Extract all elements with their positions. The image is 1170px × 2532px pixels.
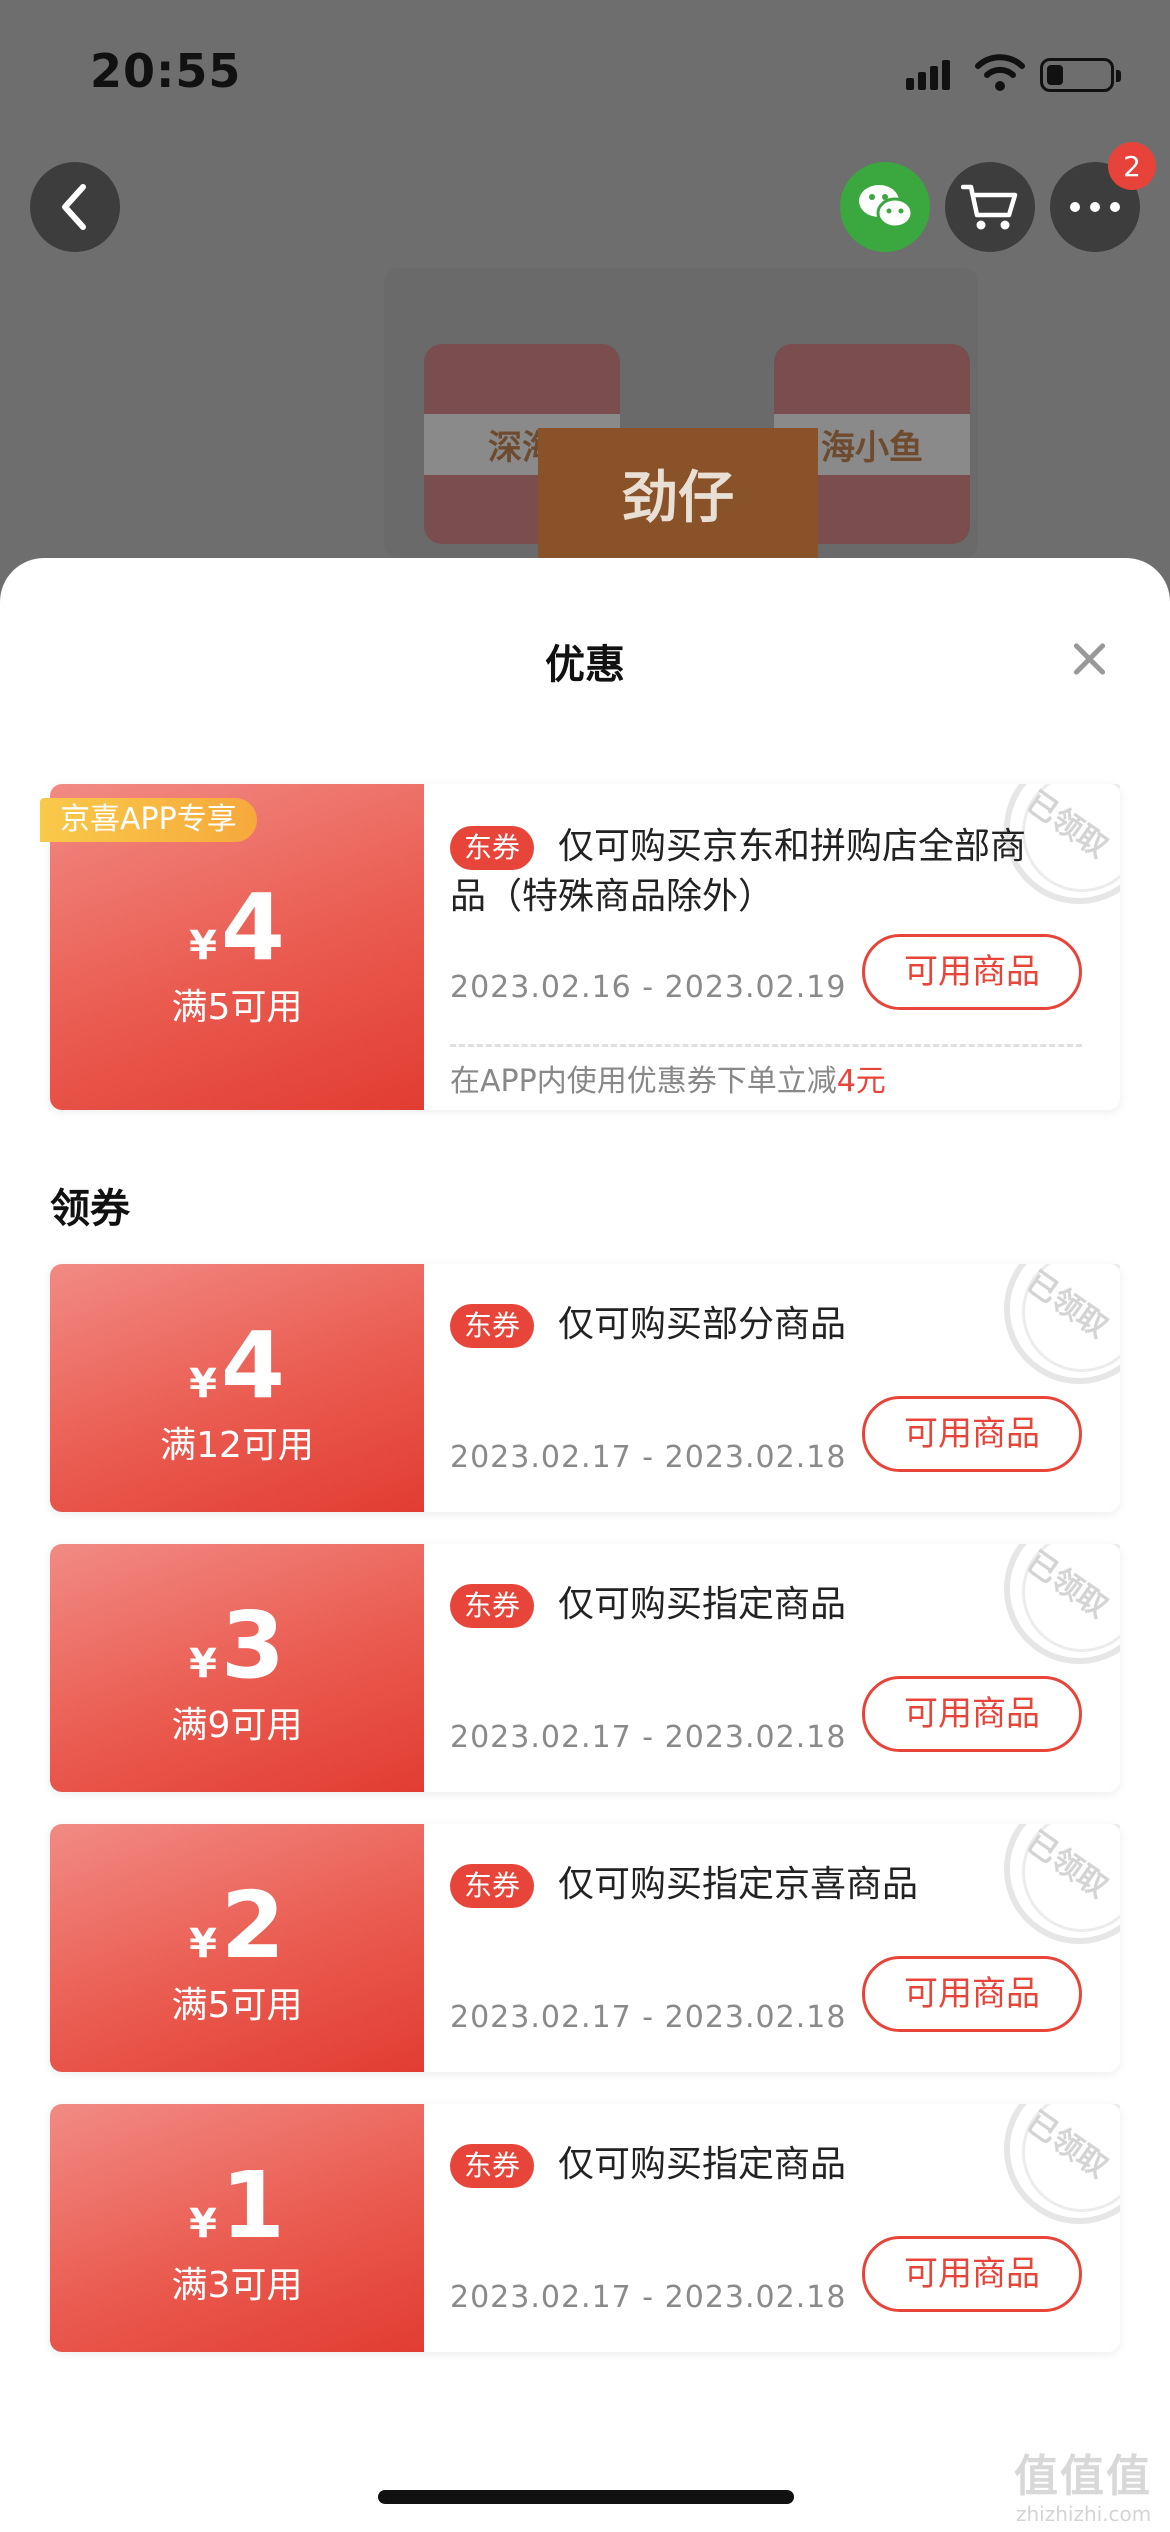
- status-time: 20:55: [90, 44, 242, 98]
- coupon-condition: 满5可用: [171, 1985, 303, 2026]
- signal-icon: [906, 60, 956, 90]
- coupon-description: 仅可购买指定商品: [558, 2144, 847, 2185]
- app-exclusive-tag: 京喜APP专享: [40, 798, 257, 842]
- coupon-date-range: 2023.02.17 - 2023.02.18: [450, 1720, 847, 1755]
- coupon-value-panel: ¥4 满12可用: [50, 1264, 424, 1512]
- coupon-value-panel: ¥1 满3可用: [50, 2104, 424, 2352]
- sheet-title: 优惠: [545, 642, 625, 688]
- coupon-card: ¥2 满5可用 已领取 东券 仅可购买指定京喜商品 2023.02.17 - 2…: [50, 1824, 1120, 2072]
- product-image: 深海 海小鱼 劲仔: [384, 268, 978, 558]
- coupon-date-range: 2023.02.16 - 2023.02.19: [450, 970, 847, 1005]
- available-products-button[interactable]: 可用商品: [862, 2236, 1082, 2312]
- wechat-share-button[interactable]: [840, 162, 930, 252]
- coupon-info: 已领取 东券 仅可购买指定京喜商品 2023.02.17 - 2023.02.1…: [424, 1824, 1120, 2072]
- watermark: 值值值: [1014, 2451, 1152, 2502]
- coupon-card: ¥4 满12可用 已领取 东券 仅可购买部分商品 2023.02.17 - 20…: [50, 1264, 1120, 1512]
- watermark-url: zhizhizhi.com: [1016, 2502, 1152, 2526]
- coupon-value-panel: ¥3 满9可用: [50, 1544, 424, 1792]
- coupon-condition: 满5可用: [171, 987, 303, 1028]
- cart-button[interactable]: [945, 162, 1035, 252]
- coupon-amount: ¥2: [189, 1872, 285, 1979]
- coupon-condition: 满9可用: [171, 1705, 303, 1746]
- more-icon: [1070, 202, 1120, 212]
- coupon-card: ¥1 满3可用 已领取 东券 仅可购买指定商品 2023.02.17 - 202…: [50, 2104, 1120, 2352]
- coupon-info: 已领取 东券 仅可购买指定商品 2023.02.17 - 2023.02.18 …: [424, 1544, 1120, 1792]
- home-indicator[interactable]: [378, 2490, 794, 2504]
- coupon-amount: ¥1: [189, 2152, 285, 2259]
- wifi-icon: [975, 54, 1025, 91]
- coupon-amount: ¥4: [189, 874, 285, 981]
- coupon-amount: ¥4: [189, 1312, 285, 1419]
- coupon-info: 已领取 东券 仅可购买指定商品 2023.02.17 - 2023.02.18 …: [424, 2104, 1120, 2352]
- coupon-description: 仅可购买指定京喜商品: [558, 1864, 919, 1905]
- app-note: 在APP内使用优惠券下单立减4元: [450, 1064, 886, 1099]
- coupon-description: 仅可购买京东和拼购店全部商品（特殊商品除外）: [450, 826, 1027, 917]
- coupon-condition: 满3可用: [171, 2265, 303, 2306]
- coupon-condition: 满12可用: [160, 1425, 314, 1466]
- coupon-card: ¥3 满9可用 已领取 东券 仅可购买指定商品 2023.02.17 - 202…: [50, 1544, 1120, 1792]
- coupon-date-range: 2023.02.17 - 2023.02.18: [450, 2280, 847, 2315]
- coupon-description: 仅可购买指定商品: [558, 1584, 847, 1625]
- coupon-sheet: 优惠 ¥4 满5可用 京喜APP专享 已领取 东券 仅可购买京东和拼购店全部商品…: [0, 558, 1170, 2532]
- back-button[interactable]: [30, 162, 120, 252]
- featured-coupon: ¥4 满5可用 京喜APP专享 已领取 东券 仅可购买京东和拼购店全部商品（特殊…: [40, 784, 1120, 1110]
- product-brand-logo: 劲仔: [538, 428, 818, 558]
- dashed-divider: [450, 1044, 1082, 1047]
- battery-icon: [1040, 58, 1121, 92]
- available-products-button[interactable]: 可用商品: [862, 1676, 1082, 1752]
- cart-icon: [961, 184, 1018, 230]
- available-products-button[interactable]: 可用商品: [862, 934, 1082, 1010]
- wechat-icon: [859, 185, 914, 229]
- back-icon: [62, 184, 86, 230]
- section-title-claim: 领券: [50, 1186, 130, 1232]
- coupon-date-range: 2023.02.17 - 2023.02.18: [450, 2000, 847, 2035]
- coupon-date-range: 2023.02.17 - 2023.02.18: [450, 1440, 847, 1475]
- notification-badge: 2: [1108, 142, 1156, 190]
- coupon-amount: ¥3: [189, 1592, 285, 1699]
- close-icon[interactable]: [1066, 636, 1112, 682]
- coupon-info: 已领取 东券 仅可购买京东和拼购店全部商品（特殊商品除外） 2023.02.16…: [424, 784, 1120, 1110]
- coupon-description: 仅可购买部分商品: [558, 1304, 847, 1345]
- coupon-value-panel: ¥2 满5可用: [50, 1824, 424, 2072]
- coupon-info: 已领取 东券 仅可购买部分商品 2023.02.17 - 2023.02.18 …: [424, 1264, 1120, 1512]
- available-products-button[interactable]: 可用商品: [862, 1956, 1082, 2032]
- status-bar: 20:55: [0, 0, 1170, 140]
- available-products-button[interactable]: 可用商品: [862, 1396, 1082, 1472]
